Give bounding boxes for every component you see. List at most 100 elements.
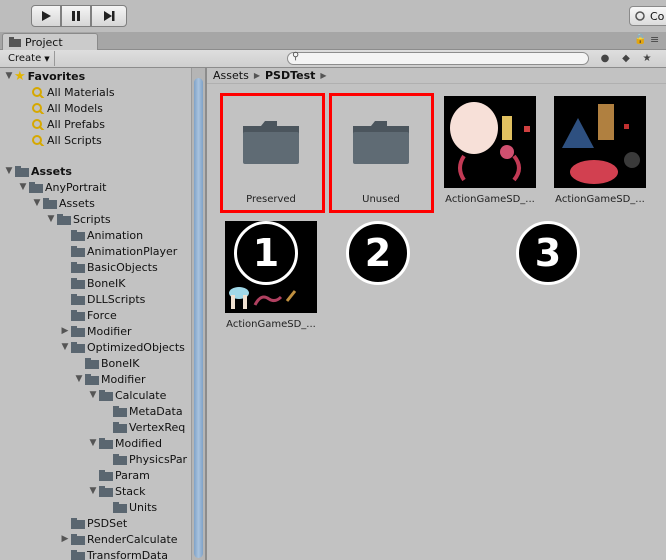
collapse-arrow-icon[interactable]: ▼ <box>4 71 14 81</box>
tree-item-label: Modified <box>115 436 162 450</box>
tree-item[interactable]: AnimationPlayer <box>60 243 177 259</box>
collapse-arrow-icon[interactable]: ▼ <box>60 342 70 352</box>
project-toolbar: Create ▼ ⚲ ● ◆ ★ <box>0 50 666 68</box>
tree-item-label: DLLScripts <box>87 292 146 306</box>
search-by-type-icon[interactable]: ● <box>596 51 614 66</box>
tree-item[interactable]: VertexReq <box>102 419 185 435</box>
tree-item-label: PhysicsPar <box>129 452 188 466</box>
folder-icon <box>9 37 21 47</box>
sprite-asset-item[interactable]: ActionGameSD_... <box>553 96 647 216</box>
play-toolbar: Co <box>0 0 666 32</box>
folder-icon <box>15 165 29 177</box>
folder-icon <box>71 549 85 560</box>
tree-item-label: Modifier <box>87 324 132 338</box>
sprite-asset-item[interactable]: ActionGameSD_... <box>443 96 537 216</box>
folder-icon <box>85 373 99 385</box>
collapse-arrow-icon[interactable]: ▼ <box>46 214 56 224</box>
asset-label: ActionGameSD_... <box>226 319 316 330</box>
tree-item[interactable]: ▼ Scripts <box>46 211 111 227</box>
search-input[interactable]: ⚲ <box>287 51 589 65</box>
breadcrumb-assets[interactable]: Assets <box>213 69 249 82</box>
tree-item[interactable]: Animation <box>60 227 143 243</box>
step-button[interactable] <box>91 5 127 27</box>
tree-item[interactable]: DLLScripts <box>60 291 145 307</box>
play-icon <box>42 11 51 21</box>
tree-item[interactable]: ▶ Modifier <box>60 323 132 339</box>
tree-item[interactable]: ▼ AnyPortrait <box>18 179 107 195</box>
tree-item-label: OptimizedObjects <box>87 340 185 354</box>
tree-assets-root[interactable]: ▼ Assets <box>4 163 72 179</box>
tree-item[interactable]: Param <box>88 467 150 483</box>
tree-item-label: Assets <box>59 196 95 210</box>
expand-arrow-icon[interactable]: ▶ <box>60 326 70 336</box>
tree-item-label: BoneIK <box>87 276 126 290</box>
collab-button[interactable]: Co <box>629 6 666 26</box>
collapse-arrow-icon[interactable]: ▼ <box>32 198 42 208</box>
collapse-arrow-icon[interactable]: ▼ <box>88 486 98 496</box>
favorites-item[interactable]: All Models <box>30 100 103 116</box>
tree-item[interactable]: PSDSet <box>60 515 127 531</box>
tree-favorites[interactable]: ▼ ★ Favorites <box>4 68 86 84</box>
lock-icon[interactable]: 🔒 <box>634 34 646 45</box>
expand-arrow-icon[interactable]: ▶ <box>60 534 70 544</box>
folder-icon <box>99 389 113 401</box>
folder-icon <box>113 405 127 417</box>
folder-icon <box>99 437 113 449</box>
folder-icon <box>29 181 43 193</box>
tree-item[interactable]: BoneIK <box>74 355 139 371</box>
tab-project[interactable]: Project <box>2 33 98 50</box>
tree-item[interactable]: MetaData <box>102 403 183 419</box>
pause-icon <box>72 11 80 21</box>
folder-icon <box>113 453 127 465</box>
search-by-label-icon[interactable]: ◆ <box>617 51 635 66</box>
collapse-arrow-icon[interactable]: ▼ <box>4 166 14 176</box>
breadcrumb-psdtest[interactable]: PSDTest <box>265 69 315 82</box>
sprite-preview-image <box>554 96 646 188</box>
sprite-thumbnail <box>444 96 536 188</box>
create-label: Create <box>8 53 42 64</box>
favorites-item[interactable]: All Prefabs <box>30 116 105 132</box>
tab-menu-icon[interactable]: ≡ <box>650 33 659 46</box>
tree-item[interactable]: ▼ Stack <box>88 483 146 499</box>
project-tree: ▼ ★ Favorites ▼ Assets All Materials All … <box>0 68 191 560</box>
tree-item[interactable]: Units <box>102 499 157 515</box>
tab-project-label: Project <box>25 35 63 49</box>
highlight-box <box>329 93 434 213</box>
folder-icon <box>71 309 85 321</box>
tree-assets-label: Assets <box>31 164 72 178</box>
favorites-item[interactable]: All Scripts <box>30 132 102 148</box>
collapse-arrow-icon[interactable]: ▼ <box>18 182 28 192</box>
save-search-star-icon[interactable]: ★ <box>638 51 656 66</box>
folder-icon <box>71 245 85 257</box>
tree-item[interactable]: ▼ Modified <box>88 435 162 451</box>
tree-item[interactable]: TransformData <box>60 547 168 560</box>
tree-item[interactable]: ▼ Calculate <box>88 387 167 403</box>
tree-item[interactable]: Force <box>60 307 117 323</box>
star-icon: ★ <box>14 68 26 84</box>
create-dropdown[interactable]: Create ▼ <box>4 51 55 66</box>
collapse-arrow-icon[interactable]: ▼ <box>88 438 98 448</box>
tree-item[interactable]: BasicObjects <box>60 259 158 275</box>
collapse-arrow-icon[interactable]: ▼ <box>88 390 98 400</box>
pane-divider[interactable] <box>205 68 207 560</box>
breadcrumb-separator-icon: ▶ <box>253 71 260 80</box>
tree-item[interactable]: PhysicsPar <box>102 451 187 467</box>
tree-item[interactable]: ▼ OptimizedObjects <box>60 339 185 355</box>
folder-icon <box>85 357 99 369</box>
collapse-arrow-icon[interactable]: ▼ <box>74 374 84 384</box>
tree-item-label: AnimationPlayer <box>87 244 178 258</box>
favorites-item-label: All Materials <box>47 85 115 99</box>
tree-item[interactable]: ▼ Modifier <box>74 371 146 387</box>
pause-button[interactable] <box>61 5 91 27</box>
tree-item[interactable]: BoneIK <box>60 275 125 291</box>
folder-icon <box>71 533 85 545</box>
play-button[interactable] <box>31 5 61 27</box>
scrollbar-thumb[interactable] <box>194 78 203 558</box>
asset-label: ActionGameSD_... <box>555 194 645 205</box>
favorites-item[interactable]: All Materials <box>30 84 115 100</box>
tree-item-label: AnyPortrait <box>45 180 107 194</box>
tree-item[interactable]: ▼ Assets <box>32 195 95 211</box>
tree-item[interactable]: ▶ RenderCalculate <box>60 531 178 547</box>
dropdown-arrow-icon: ▼ <box>44 54 50 63</box>
tree-scrollbar[interactable] <box>191 68 205 560</box>
